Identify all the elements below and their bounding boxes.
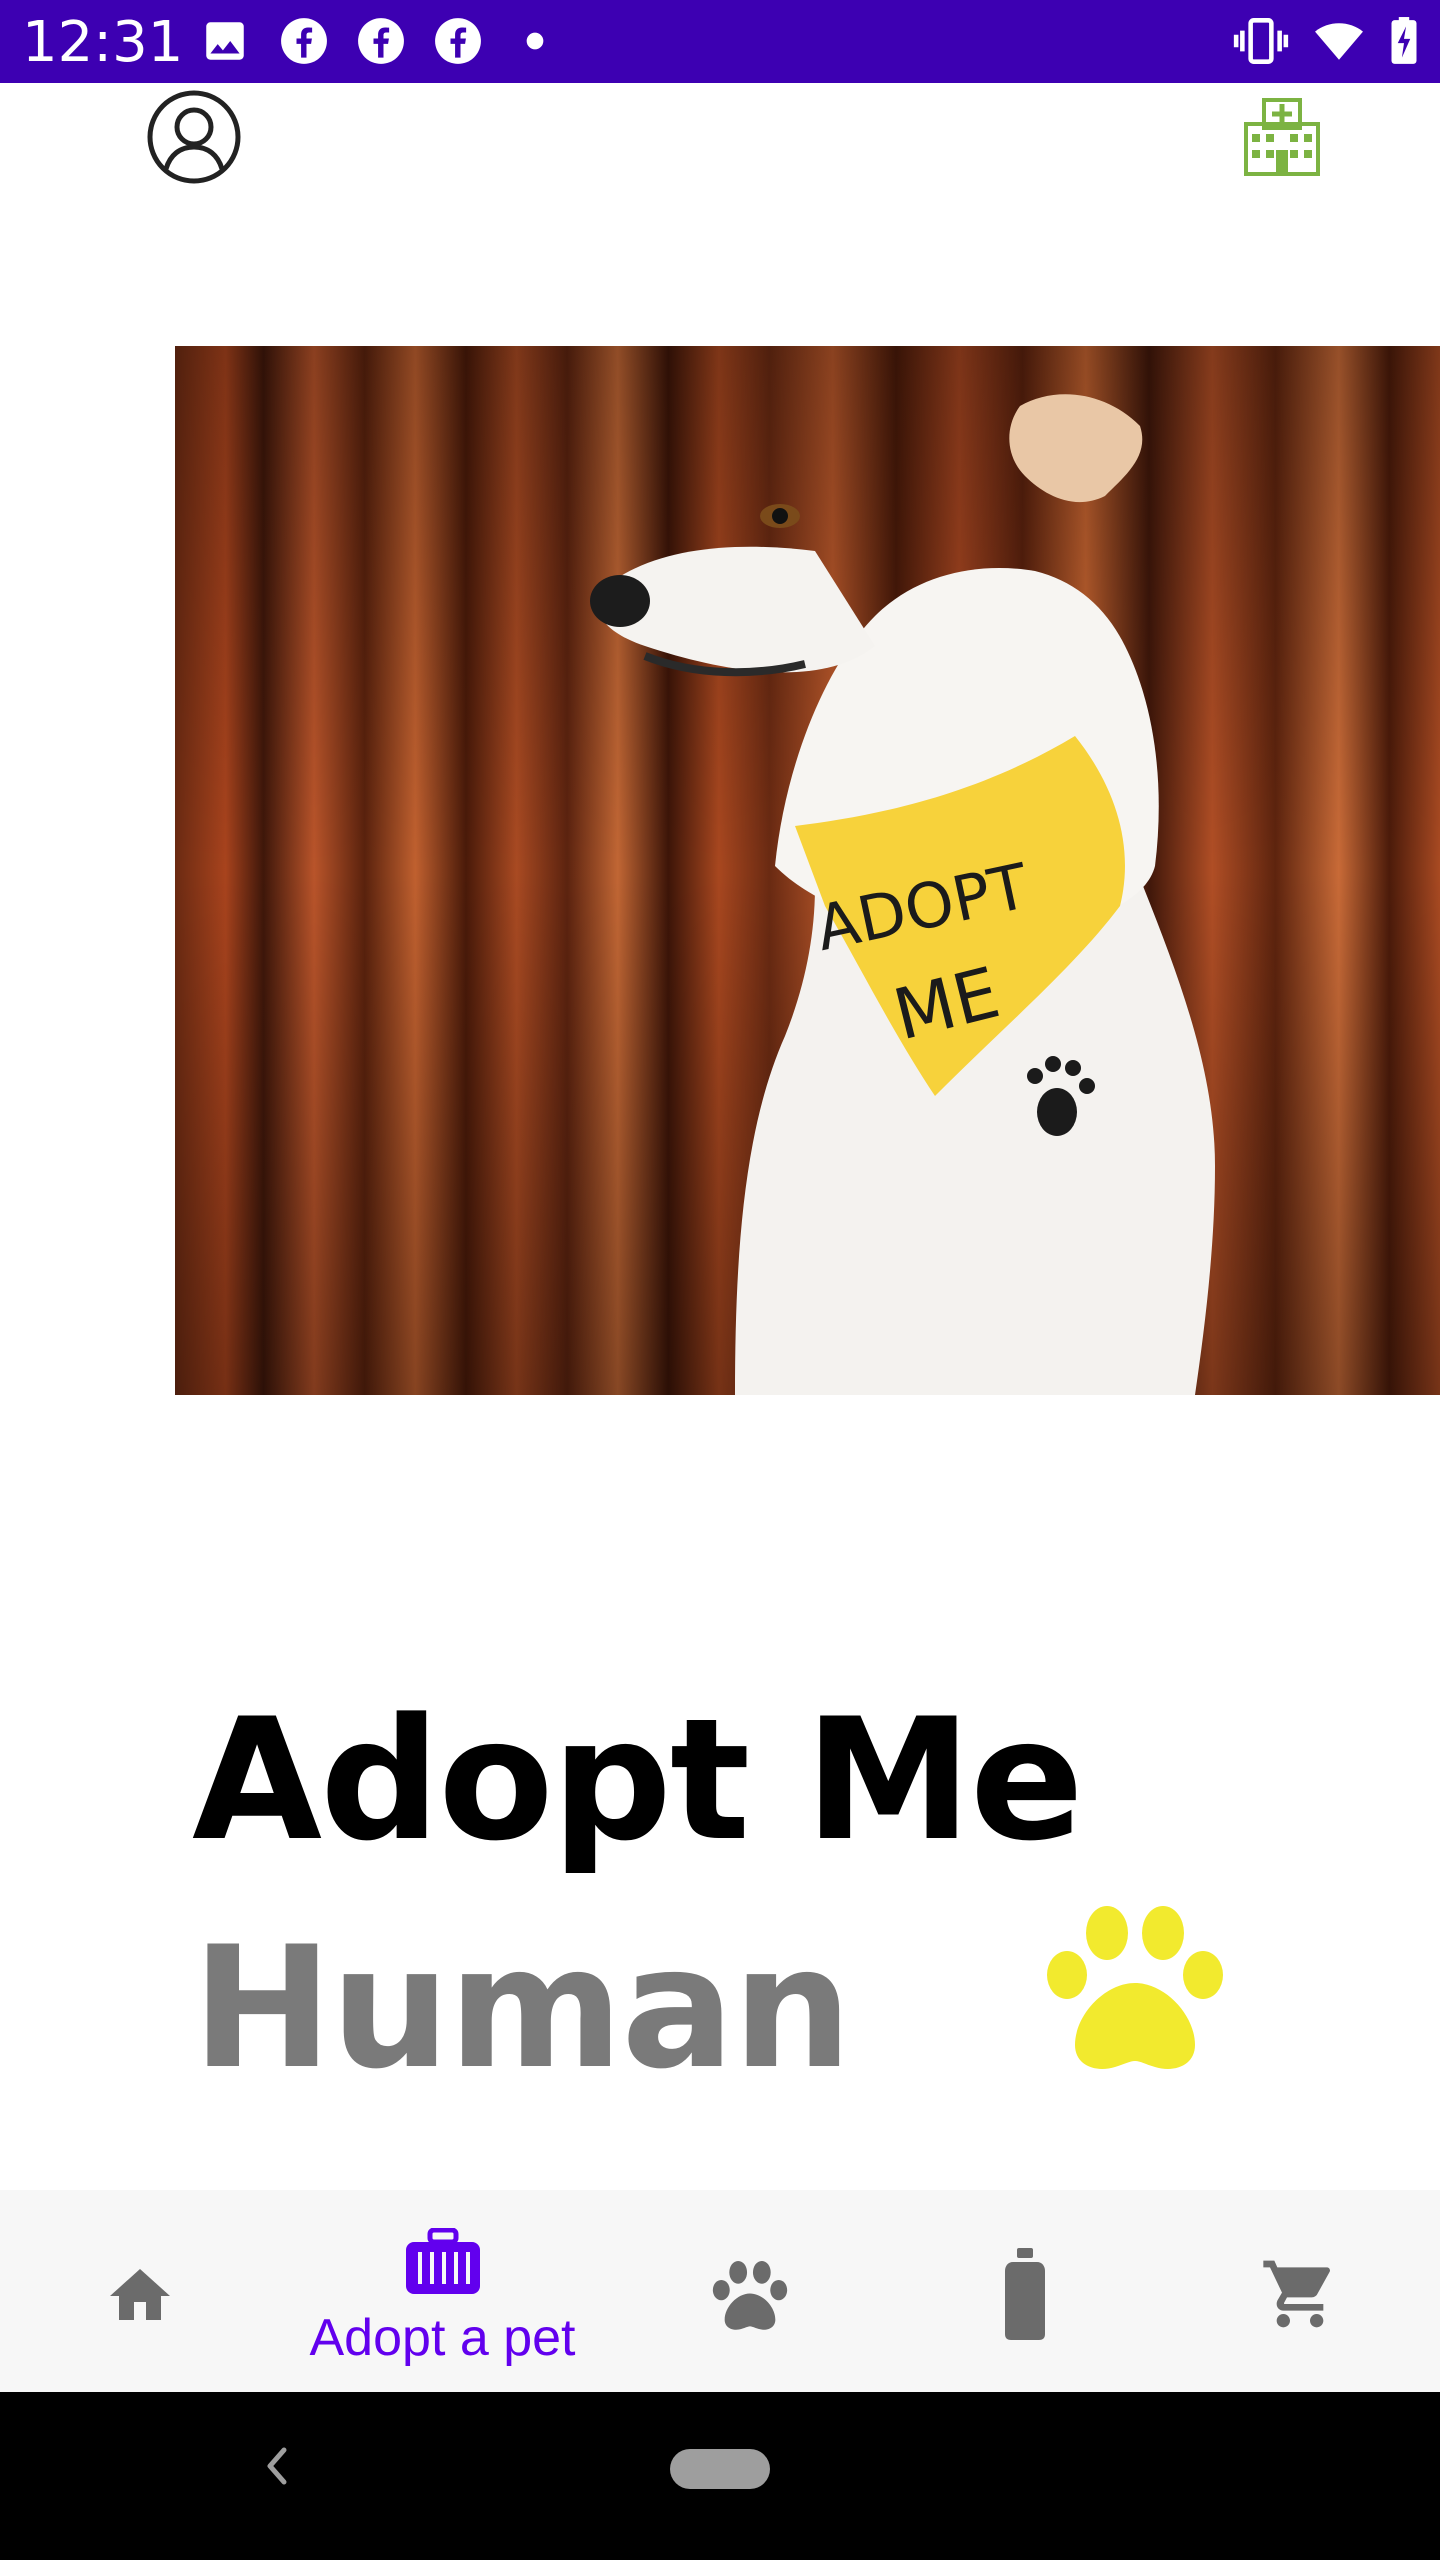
dot-icon: [526, 32, 544, 50]
facebook-icon: [435, 18, 481, 64]
nav-item-adopt[interactable]: Adopt a pet: [270, 2190, 615, 2392]
nav-label-adopt: Adopt a pet: [309, 2309, 576, 2367]
nav-item-home[interactable]: [40, 2190, 240, 2392]
paw-icon: [1047, 1906, 1223, 2069]
battery-charging-icon: [1391, 17, 1417, 64]
facebook-icon: [358, 18, 404, 64]
hospital-icon[interactable]: [1240, 94, 1324, 178]
wifi-icon: [1315, 23, 1363, 60]
system-navigation-bar: [0, 2392, 1440, 2560]
bottle-icon: [1005, 2248, 1045, 2340]
nav-item-supplies[interactable]: [925, 2190, 1125, 2392]
bottom-navigation: Adopt a pet: [0, 2190, 1440, 2392]
status-bar: 12:31: [0, 0, 1440, 83]
home-icon: [110, 2269, 170, 2320]
page-title: Adopt Me: [192, 1682, 1084, 1878]
cart-icon: [1263, 2260, 1330, 2328]
paw-icon: [712, 2260, 788, 2330]
image-icon: [206, 22, 244, 60]
profile-icon[interactable]: [146, 89, 242, 185]
pet-carrier-icon: [406, 2228, 480, 2294]
facebook-icon: [281, 18, 327, 64]
vibrate-icon: [1233, 18, 1289, 64]
dog-photo: ADOPT ME: [175, 346, 1440, 1395]
home-pill[interactable]: [670, 2449, 770, 2489]
page-subtitle: Human: [192, 1910, 852, 2106]
hero-image: ADOPT ME: [175, 346, 1440, 1395]
status-time: 12:31: [22, 10, 184, 75]
back-icon[interactable]: [256, 2436, 296, 2496]
nav-item-cart[interactable]: [1200, 2190, 1400, 2392]
nav-item-pets[interactable]: [650, 2190, 850, 2392]
